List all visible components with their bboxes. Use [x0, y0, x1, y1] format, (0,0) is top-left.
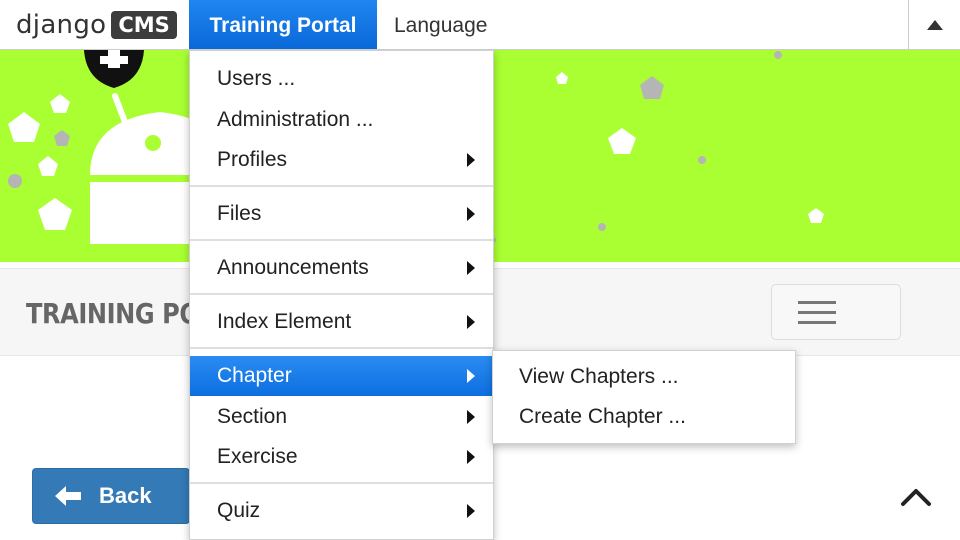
- caret-right-icon: [467, 369, 475, 383]
- arrow-left-icon: [55, 486, 81, 506]
- menu-item-label: Files: [217, 202, 262, 225]
- chevron-up-icon: [901, 489, 931, 506]
- caret-right-icon: [467, 410, 475, 424]
- django-cms-logo[interactable]: django CMS: [16, 8, 177, 42]
- menu-item-label: Index Element: [217, 310, 352, 333]
- caret-right-icon: [467, 153, 475, 167]
- caret-right-icon: [467, 450, 475, 464]
- menu-divider: [190, 185, 493, 187]
- navbar-toggle-button[interactable]: [771, 284, 901, 340]
- caret-right-icon: [467, 261, 475, 275]
- menu-item-exercise[interactable]: Exercise: [190, 437, 493, 477]
- submenu-item-view-chapters[interactable]: View Chapters ...: [493, 357, 795, 397]
- toolbar-collapse-button[interactable]: [908, 0, 960, 49]
- menu-item-label: Announcements: [217, 256, 369, 279]
- submenu-item-create-chapter[interactable]: Create Chapter ...: [493, 397, 795, 437]
- logo-text: django: [16, 10, 107, 40]
- menu-item-label: Quiz: [217, 499, 261, 522]
- back-button[interactable]: Back: [32, 468, 190, 524]
- menu-divider: [190, 347, 493, 349]
- menu-item-index-element[interactable]: Index Element: [190, 302, 493, 342]
- hamburger-icon-bar: [798, 321, 836, 324]
- cms-toolbar: django CMS Training Portal Language: [0, 0, 960, 50]
- scroll-top-button[interactable]: [898, 482, 934, 512]
- toolbar-item-language[interactable]: Language: [394, 0, 487, 49]
- menu-item-announcements[interactable]: Announcements: [190, 248, 493, 288]
- menu-item-users[interactable]: Users ...: [190, 59, 493, 99]
- menu-item-label: Chapter: [217, 364, 292, 387]
- menu-item-label: Section: [217, 405, 288, 428]
- toolbar-item-training-portal[interactable]: Training Portal: [189, 0, 377, 49]
- menu-item-chapter[interactable]: Chapter: [190, 356, 493, 396]
- menu-item-section[interactable]: Section: [190, 397, 493, 437]
- menu-divider: [190, 239, 493, 241]
- hamburger-icon-bar: [798, 301, 836, 304]
- menu-item-profiles[interactable]: Profiles: [190, 140, 493, 180]
- training-portal-menu: Users ... Administration ... Profiles Fi…: [189, 50, 494, 540]
- triangle-up-icon: [926, 19, 943, 30]
- menu-divider: [190, 293, 493, 295]
- menu-item-files[interactable]: Files: [190, 194, 493, 234]
- logo-badge: CMS: [111, 11, 177, 39]
- menu-item-label: Exercise: [217, 445, 298, 468]
- menu-item-quiz[interactable]: Quiz: [190, 491, 493, 531]
- menu-divider: [190, 482, 493, 484]
- caret-right-icon: [467, 504, 475, 518]
- back-button-label: Back: [99, 483, 152, 508]
- menu-item-label: Users ...: [217, 67, 296, 90]
- caret-right-icon: [467, 207, 475, 221]
- menu-item-label: Profiles: [217, 148, 288, 171]
- caret-right-icon: [467, 315, 475, 329]
- menu-item-label: Administration ...: [217, 108, 374, 131]
- menu-item-administration[interactable]: Administration ...: [190, 100, 493, 140]
- hamburger-icon-bar: [798, 311, 836, 314]
- chapter-submenu: View Chapters ... Create Chapter ...: [492, 350, 796, 444]
